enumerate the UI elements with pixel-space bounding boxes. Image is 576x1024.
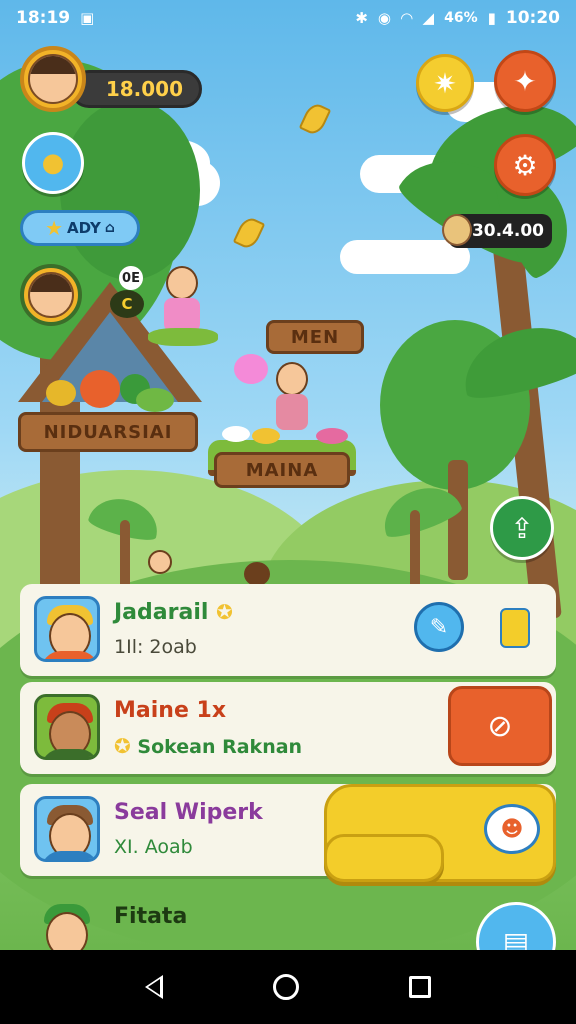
player-name: Maine 1x xyxy=(114,698,227,723)
villager-head xyxy=(276,362,308,396)
ready-label: ADY xyxy=(67,219,101,237)
coin-counter[interactable]: 18.000 xyxy=(70,70,202,108)
gallery-icon: ▣ xyxy=(80,9,95,27)
produce xyxy=(136,388,174,412)
lantern-icon[interactable] xyxy=(500,608,530,648)
chat-icon[interactable]: ☻ xyxy=(484,804,540,854)
tree-trunk xyxy=(120,520,130,590)
platform-sign-top[interactable]: MEN xyxy=(266,320,364,354)
home-icon[interactable] xyxy=(273,974,299,1000)
tree-trunk xyxy=(410,510,420,590)
ticket-button[interactable]: ⊘ xyxy=(448,686,552,766)
tree-trunk xyxy=(448,460,468,580)
gold-leaf-icon[interactable] xyxy=(232,214,266,252)
player-detail: ✪ Sokean Raknan xyxy=(114,734,303,758)
bowl xyxy=(252,428,280,444)
player-card[interactable]: Maine 1x ✪ Sokean Raknan ⊘ xyxy=(20,682,556,774)
status-clock: 10:20 xyxy=(505,8,560,28)
bluetooth-icon: ✱ xyxy=(355,9,368,27)
platform-sign-bottom[interactable]: MAINA xyxy=(214,452,350,488)
villager-small[interactable] xyxy=(142,544,178,584)
recents-icon[interactable] xyxy=(409,976,431,998)
gold-leaf-icon[interactable] xyxy=(298,100,332,138)
player-name: Seal Wiperk xyxy=(114,800,263,825)
level-badge: 0E xyxy=(119,266,143,290)
player-detail: 1Il: 2oab xyxy=(114,636,197,658)
ready-button[interactable]: ★ ADY ⌂ xyxy=(20,210,140,246)
bowl xyxy=(222,426,250,442)
status-time: 18:19 xyxy=(16,8,71,28)
badge-icon: ✪ xyxy=(114,734,131,758)
villager-head xyxy=(244,562,270,586)
balloon-icon[interactable] xyxy=(234,354,268,384)
star-burst-icon[interactable]: ✷ xyxy=(416,54,474,112)
villager-girl[interactable] xyxy=(148,266,218,346)
player-card[interactable]: Jadarail ✪ 1Il: 2oab ✎ xyxy=(20,584,556,676)
villager-small[interactable] xyxy=(242,560,272,586)
chat-button-base xyxy=(324,834,444,882)
produce xyxy=(46,380,76,406)
produce xyxy=(80,370,120,408)
player-name: Fitata xyxy=(114,904,188,929)
battery-icon: ▮ xyxy=(487,9,496,27)
star-icon: ✪ xyxy=(216,600,233,624)
player-avatar[interactable] xyxy=(20,46,86,112)
villager-head xyxy=(166,266,198,300)
shirt xyxy=(41,749,97,757)
neighbor-face xyxy=(28,272,74,318)
neighbor-avatar[interactable] xyxy=(20,264,82,326)
system-nav-bar xyxy=(0,950,576,1024)
house-icon: ⌂ xyxy=(104,220,115,236)
gear-icon[interactable]: ⚙ xyxy=(494,134,556,196)
shirt xyxy=(41,651,97,659)
player-detail: XI. Aoab xyxy=(114,836,193,858)
fox-icon[interactable]: ✦ xyxy=(494,50,556,112)
stall-sign[interactable]: NIDUARSIAI xyxy=(18,412,198,452)
star-icon: ★ xyxy=(45,216,64,240)
villager-body xyxy=(276,394,308,430)
status-bar: 18:19 ▣ ✱ ◉ ◠ ◢ 46% ▮ 10:20 xyxy=(0,0,576,36)
back-icon[interactable] xyxy=(145,975,163,999)
bowl xyxy=(316,428,348,444)
battery-percent: 46% xyxy=(444,10,478,26)
signal-icon: ◢ xyxy=(422,9,435,27)
shirt xyxy=(41,851,97,859)
share-icon[interactable]: ⇪ xyxy=(490,496,554,560)
villager-body xyxy=(164,298,200,332)
tree-canopy xyxy=(60,100,200,280)
villager-head xyxy=(148,550,172,574)
alarm-icon: ◉ xyxy=(377,9,391,27)
villager-base xyxy=(148,328,218,346)
player-face xyxy=(28,54,78,104)
player-name: Jadarail ✪ xyxy=(114,600,233,625)
reward-badge[interactable]: C xyxy=(110,290,144,318)
player-card-avatar xyxy=(34,694,100,760)
villager-mini-icon xyxy=(442,214,472,246)
player-card-avatar xyxy=(34,596,100,662)
wifi-icon: ◠ xyxy=(401,9,413,27)
player-card-avatar xyxy=(34,796,100,862)
coin-icon[interactable]: ● xyxy=(22,132,84,194)
brush-button[interactable]: ✎ xyxy=(414,602,464,652)
